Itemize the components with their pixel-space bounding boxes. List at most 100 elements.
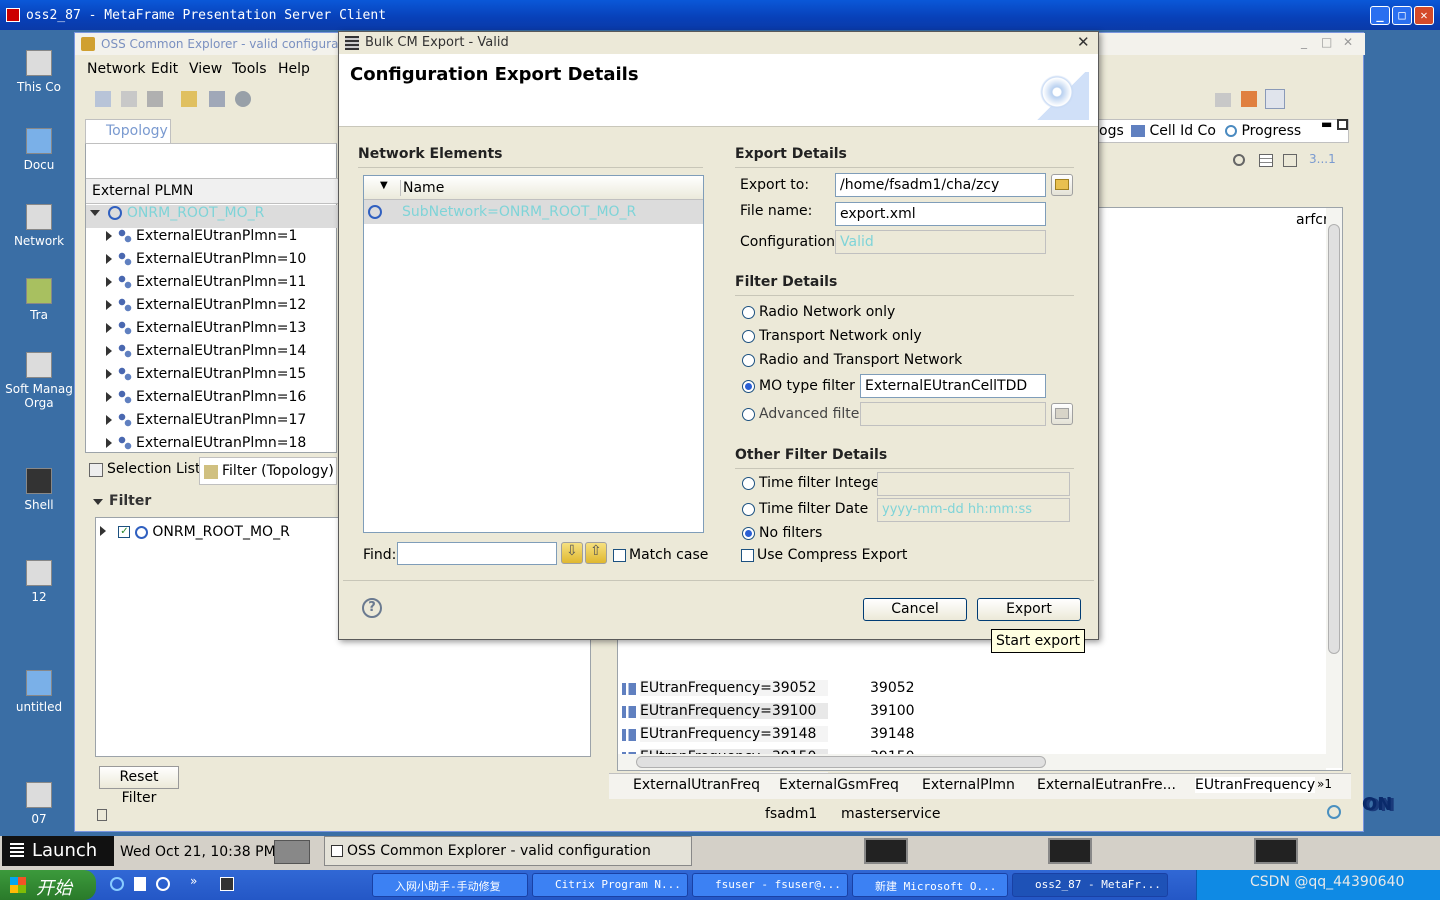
tree-item[interactable]: ExternalEUtranPlmn=1: [86, 228, 338, 251]
task-button-3[interactable]: fsuser - fsuser@...: [692, 873, 848, 897]
ie-icon[interactable]: [110, 877, 124, 891]
find-input[interactable]: [397, 542, 557, 565]
collapse-icon[interactable]: [90, 210, 100, 216]
time-filter-integer-radio[interactable]: [742, 477, 755, 490]
tree-root-node[interactable]: ONRM_ROOT_MO_R: [86, 205, 338, 228]
tree-item[interactable]: ExternalEUtranPlmn=17: [86, 412, 338, 435]
session-slot-2-icon[interactable]: [1048, 838, 1092, 864]
session-slot-1-icon[interactable]: [864, 838, 908, 864]
compress-export-label[interactable]: Use Compress Export: [757, 547, 907, 563]
filter-node[interactable]: ✓ ONRM_ROOT_MO_R: [100, 524, 290, 540]
view-minimize-icon[interactable]: ▬: [1321, 117, 1332, 131]
compress-export-checkbox[interactable]: [741, 549, 754, 562]
expand-icon[interactable]: [106, 415, 112, 425]
wand-icon[interactable]: [181, 91, 197, 107]
tree-item[interactable]: ExternalEUtranPlmn=18: [86, 435, 338, 458]
mo-type-filter-label[interactable]: MO type filter: [759, 378, 855, 394]
desktop-icon-untitled[interactable]: untitled: [0, 670, 78, 714]
cell-id-tab[interactable]: Cell Id Co: [1131, 123, 1216, 139]
match-case-checkbox[interactable]: [613, 549, 626, 562]
advanced-filter-label[interactable]: Advanced filter: [759, 406, 865, 422]
task-button-5[interactable]: oss2_87 - MetaFr...: [1012, 873, 1168, 897]
no-filters-radio[interactable]: [742, 527, 755, 540]
launch-button[interactable]: Launch: [2, 836, 114, 866]
no-filters-label[interactable]: No filters: [759, 525, 822, 541]
desktop-icon-network[interactable]: Network: [0, 204, 78, 248]
hscrollbar-thumb[interactable]: [636, 756, 1046, 768]
tab-external-gsm-freq[interactable]: ExternalGsmFreq: [779, 777, 899, 793]
desktop-icon-documents[interactable]: Docu: [0, 128, 78, 172]
pager-label[interactable]: 3...1: [1309, 152, 1336, 166]
time-filter-date-radio[interactable]: [742, 503, 755, 516]
table-icon[interactable]: [1259, 154, 1273, 167]
help-icon[interactable]: ?: [362, 598, 382, 618]
menu-network[interactable]: Network: [87, 61, 145, 77]
mo-type-filter-radio[interactable]: [742, 380, 755, 393]
find-next-button[interactable]: ⇩: [561, 542, 583, 564]
expand-icon[interactable]: [106, 231, 112, 241]
tree-item[interactable]: ExternalEUtranPlmn=13: [86, 320, 338, 343]
desktop-icon-this-computer[interactable]: This Co: [0, 50, 78, 94]
tree-item[interactable]: ExternalEUtranPlmn=12: [86, 297, 338, 320]
expand-icon[interactable]: [106, 438, 112, 448]
checkbox-checked-icon[interactable]: ✓: [118, 526, 131, 538]
time-filter-integer-label[interactable]: Time filter Integer: [759, 475, 885, 491]
tree-item[interactable]: ExternalEUtranPlmn=14: [86, 343, 338, 366]
progress-tab[interactable]: Progress: [1225, 123, 1301, 139]
tree-item[interactable]: ExternalEUtranPlmn=11: [86, 274, 338, 297]
expand-icon[interactable]: [106, 254, 112, 264]
menu-view[interactable]: View: [189, 61, 222, 77]
selection-list-tab[interactable]: Selection List: [85, 461, 200, 477]
task-button-1[interactable]: 入网小助手-手动修复: [372, 873, 528, 897]
task-button-4[interactable]: 新建 Microsoft O...: [852, 873, 1008, 897]
oss-minimize-icon[interactable]: _: [1301, 35, 1307, 49]
scrollbar-thumb[interactable]: [1328, 224, 1340, 654]
list-view-icon[interactable]: [1283, 154, 1297, 167]
expand-icon[interactable]: [106, 392, 112, 402]
sort-chevron-icon[interactable]: ▼: [380, 180, 388, 191]
vertical-scrollbar[interactable]: [1326, 208, 1342, 768]
maximize-button[interactable]: □: [1392, 6, 1412, 25]
find-prev-button[interactable]: ⇧: [585, 542, 607, 564]
filter-header[interactable]: Filter: [93, 493, 151, 509]
quicklaunch-icon[interactable]: [134, 877, 146, 891]
expand-icon[interactable]: [106, 346, 112, 356]
dialog-close-button[interactable]: ✕: [1077, 33, 1090, 51]
table-row[interactable]: EUtranFrequency=39052 39052: [618, 678, 1326, 701]
open-perspective-icon[interactable]: [1215, 93, 1231, 107]
oss-maximize-icon[interactable]: □: [1321, 35, 1332, 49]
minimize-button[interactable]: _: [1370, 6, 1390, 25]
browser-icon[interactable]: [156, 877, 170, 891]
close-button[interactable]: ✕: [1414, 6, 1434, 25]
topology-tab[interactable]: Topology: [85, 119, 171, 143]
oss-close-icon[interactable]: ✕: [1343, 35, 1353, 49]
expand-icon[interactable]: [106, 300, 112, 310]
more-tabs-button[interactable]: »1: [1317, 777, 1332, 791]
session-slot-3-icon[interactable]: [1254, 838, 1298, 864]
tree-item[interactable]: ExternalEUtranPlmn=15: [86, 366, 338, 389]
mo-type-filter-input[interactable]: ExternalEUtranCellTDD: [860, 374, 1046, 398]
refresh-icon[interactable]: [1327, 805, 1341, 819]
time-filter-date-label[interactable]: Time filter Date: [759, 501, 868, 517]
ne-name-column[interactable]: Name: [400, 180, 444, 196]
tree-item[interactable]: ExternalEUtranPlmn=16: [86, 389, 338, 412]
perspective-active-icon[interactable]: [1265, 89, 1285, 109]
quicklaunch-more-icon[interactable]: »: [190, 874, 197, 888]
browse-folder-button[interactable]: [1051, 174, 1073, 196]
desktop-icon-trash[interactable]: Tra: [0, 278, 78, 322]
logs-tab[interactable]: ogs: [1099, 123, 1124, 139]
paste-icon[interactable]: [147, 91, 163, 107]
horizontal-scrollbar[interactable]: [618, 754, 1326, 770]
radio-network-only-label[interactable]: Radio Network only: [759, 304, 895, 320]
task-button-2[interactable]: Citrix Program N...: [532, 873, 688, 897]
search-icon[interactable]: [1233, 154, 1245, 166]
filter-topology-tab[interactable]: Filter (Topology): [199, 457, 337, 485]
start-button[interactable]: 开始: [0, 870, 96, 900]
view-maximize-icon[interactable]: [1337, 119, 1348, 130]
settings-icon[interactable]: [235, 91, 251, 107]
tab-eutran-frequency[interactable]: EUtranFrequency: [1195, 777, 1316, 793]
drive-icon[interactable]: [274, 840, 310, 864]
expand-icon[interactable]: [106, 277, 112, 287]
radio-and-transport-label[interactable]: Radio and Transport Network: [759, 352, 962, 368]
menu-help[interactable]: Help: [278, 61, 310, 77]
